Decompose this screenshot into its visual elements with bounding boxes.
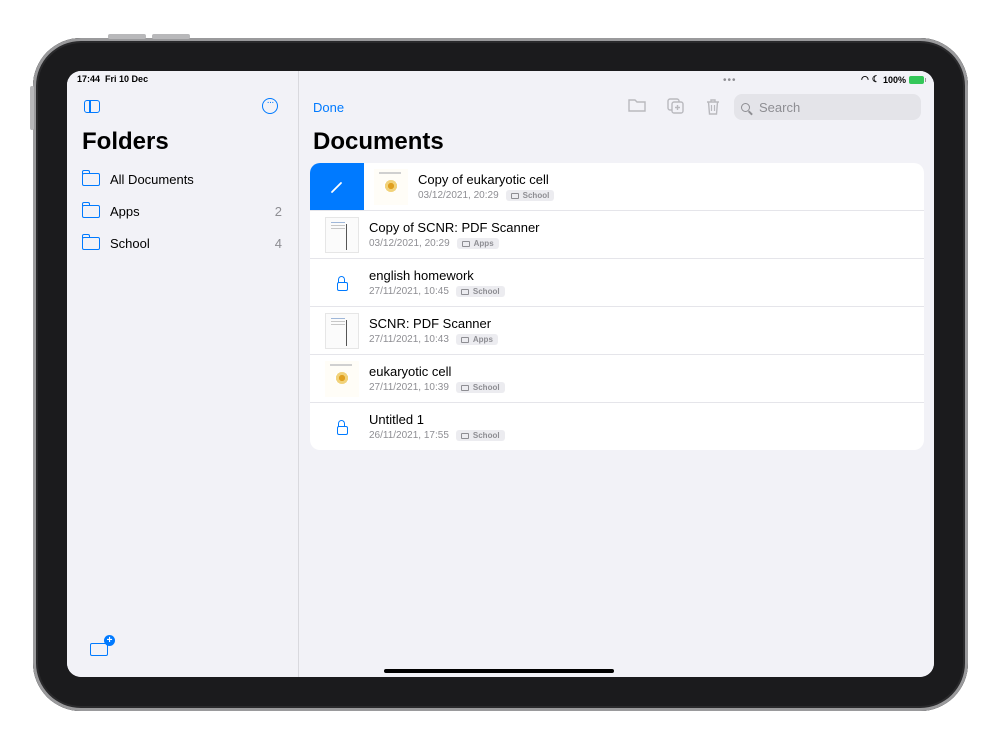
trash-icon[interactable] xyxy=(704,98,722,115)
document-title: english homework xyxy=(369,268,474,283)
lock-icon xyxy=(325,409,359,445)
folder-icon xyxy=(81,201,100,218)
documents-list: Copy of eukaryotic cell 03/12/2021, 20:2… xyxy=(310,163,924,450)
list-item[interactable]: Copy of eukaryotic cell 03/12/2021, 20:2… xyxy=(310,163,924,211)
folder-tag: School xyxy=(455,430,505,441)
rename-pencil-icon[interactable] xyxy=(310,163,364,210)
main-panel: ••• ◠ ☾ 100% Done Documents xyxy=(299,71,934,677)
search-input[interactable] xyxy=(757,98,911,116)
status-time-date: 17:44 Fri 10 Dec xyxy=(77,74,148,84)
list-item[interactable]: eukaryotic cell 27/11/2021, 10:39 School xyxy=(310,355,924,403)
moon-icon: ☾ xyxy=(871,74,880,84)
document-title: Copy of eukaryotic cell xyxy=(418,172,549,187)
status-indicators: ◠ ☾ 100% xyxy=(861,74,926,85)
folder-icon xyxy=(510,192,519,199)
status-time: 17:44 xyxy=(77,74,101,84)
top-button xyxy=(108,34,146,39)
side-button xyxy=(30,86,34,130)
sidebar-toggle-icon[interactable] xyxy=(84,100,100,113)
list-item[interactable]: Untitled 1 26/11/2021, 17:55 School xyxy=(310,403,924,450)
document-date: 03/12/2021, 20:29 xyxy=(418,190,499,201)
folder-tag: School xyxy=(455,286,505,297)
folder-name: School xyxy=(110,235,150,251)
document-date: 27/11/2021, 10:39 xyxy=(369,382,449,393)
document-title: SCNR: PDF Scanner xyxy=(369,316,492,331)
folder-icon xyxy=(81,233,100,250)
document-date: 26/11/2021, 17:55 xyxy=(369,430,449,441)
document-date: 27/11/2021, 10:43 xyxy=(369,334,449,345)
battery-percent: 100% xyxy=(882,74,906,85)
screen: 17:44 Fri 10 Dec ··· Folders All Documen… xyxy=(67,71,934,677)
folder-name: All Documents xyxy=(110,171,194,187)
done-button[interactable]: Done xyxy=(313,100,344,115)
page-title: Documents xyxy=(313,128,444,155)
lock-icon xyxy=(325,265,359,301)
document-date: 03/12/2021, 20:29 xyxy=(369,238,450,249)
folder-tag: School xyxy=(505,190,555,201)
sidebar-item-all-documents[interactable]: All Documents xyxy=(81,167,282,191)
folder-icon xyxy=(460,384,469,391)
document-thumbnail xyxy=(325,360,359,397)
list-item[interactable]: english homework 27/11/2021, 10:45 Schoo… xyxy=(310,259,924,307)
document-thumbnail xyxy=(374,168,408,205)
wifi-icon: ◠ xyxy=(861,74,869,84)
search-icon xyxy=(741,102,750,112)
folder-icon xyxy=(81,169,100,186)
list-item[interactable]: Copy of SCNR: PDF Scanner 03/12/2021, 20… xyxy=(310,211,924,259)
document-thumbnail xyxy=(325,312,359,349)
folder-icon xyxy=(460,288,469,295)
battery-icon xyxy=(909,75,926,84)
document-thumbnail xyxy=(325,216,359,253)
folder-icon xyxy=(460,336,469,343)
move-folder-icon[interactable] xyxy=(628,98,646,114)
folder-count: 2 xyxy=(274,203,282,219)
folder-tag: School xyxy=(455,382,505,393)
duplicate-icon[interactable] xyxy=(667,98,685,114)
document-title: eukaryotic cell xyxy=(369,364,452,379)
folder-tag: Apps xyxy=(455,334,498,345)
sidebar-item-apps[interactable]: Apps 2 xyxy=(81,199,282,223)
status-date: Fri 10 Dec xyxy=(105,74,149,84)
new-folder-icon[interactable] xyxy=(90,635,115,656)
sidebar-item-school[interactable]: School 4 xyxy=(81,231,282,255)
more-options-icon[interactable]: ··· xyxy=(262,98,278,114)
folder-name: Apps xyxy=(110,203,140,219)
folder-icon xyxy=(460,432,469,439)
document-title: Copy of SCNR: PDF Scanner xyxy=(369,220,540,235)
sidebar: 17:44 Fri 10 Dec ··· Folders All Documen… xyxy=(67,71,299,677)
top-button xyxy=(152,34,190,39)
list-item[interactable]: SCNR: PDF Scanner 27/11/2021, 10:43 Apps xyxy=(310,307,924,355)
folder-icon xyxy=(461,240,470,247)
document-title: Untitled 1 xyxy=(369,412,424,427)
search-bar[interactable] xyxy=(734,94,921,120)
multitasking-dots-icon[interactable]: ••• xyxy=(723,75,737,86)
folder-tag: Apps xyxy=(456,238,499,249)
folder-count: 4 xyxy=(274,235,282,251)
home-indicator[interactable] xyxy=(384,669,614,673)
document-date: 27/11/2021, 10:45 xyxy=(369,286,449,297)
sidebar-title: Folders xyxy=(82,128,169,155)
